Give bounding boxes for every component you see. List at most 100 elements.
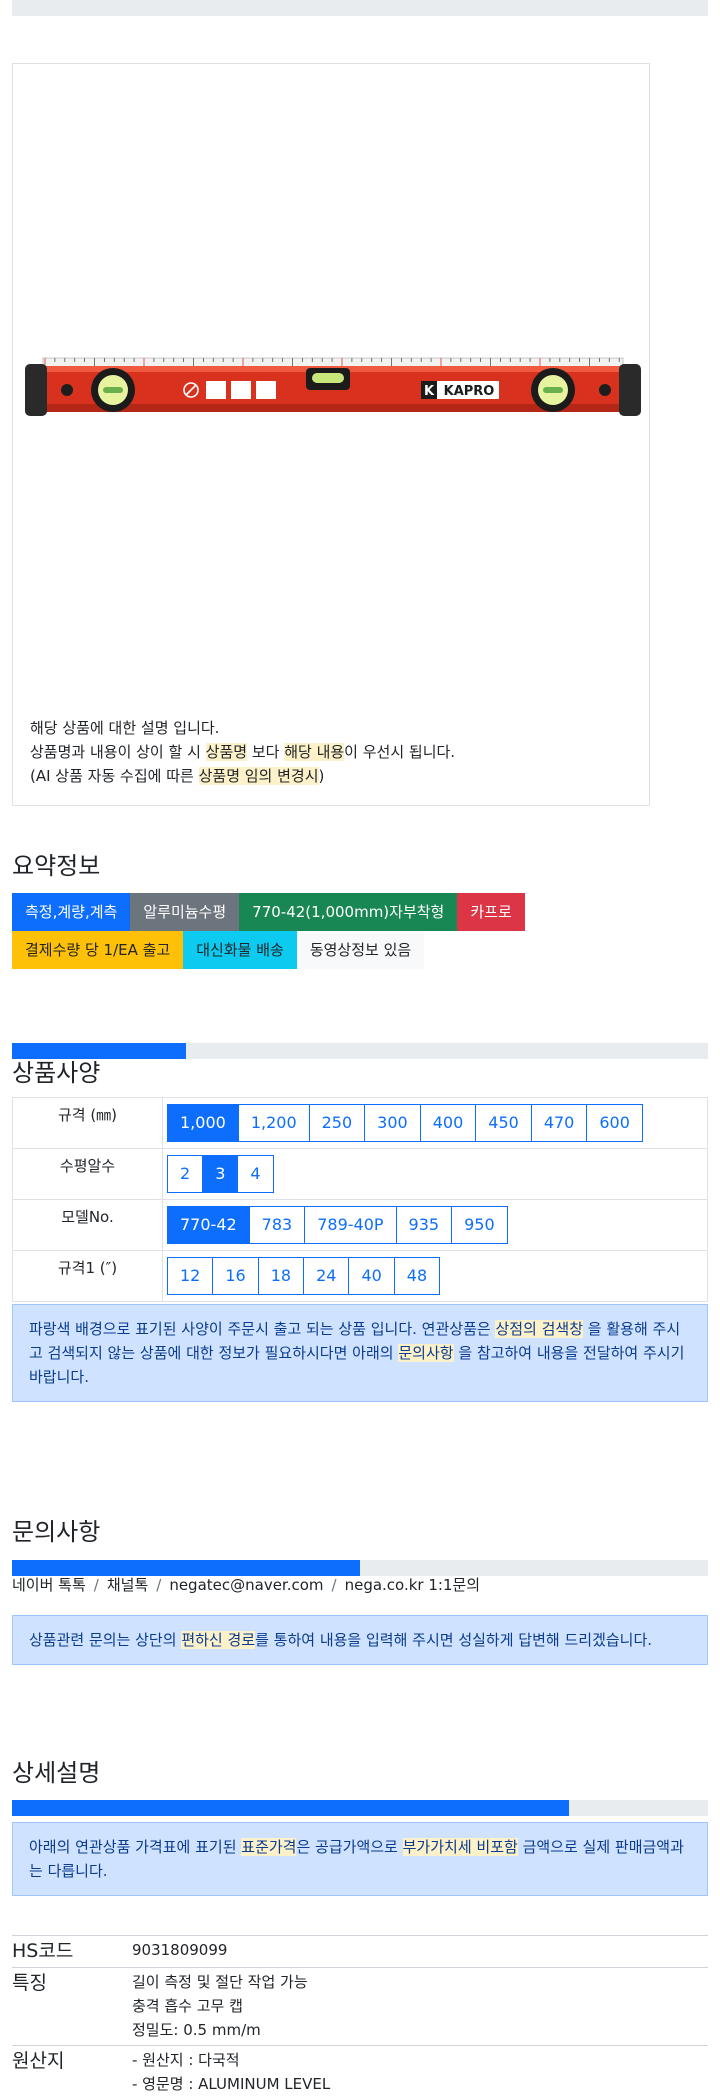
info-key: 원산지 <box>12 2046 132 2099</box>
notice-text: 를 통하여 내용을 입력해 주시면 성실하게 답변해 드리겠습니다. <box>255 1631 652 1649</box>
info-key: 특징 <box>12 1968 132 2046</box>
spec-notice: 파랑색 배경으로 표기된 사양이 주문시 출고 되는 상품 입니다. 연관상품은… <box>12 1304 708 1402</box>
inquiry-notice: 상품관련 문의는 상단의 편하신 경로를 통하여 내용을 입력해 주시면 성실하… <box>12 1615 708 1665</box>
spec-option-button[interactable]: 783 <box>249 1206 306 1244</box>
info-line: 충격 흡수 고무 캡 <box>132 1994 708 2018</box>
summary-badge: 770-42(1,000mm)자부착형 <box>239 893 457 931</box>
notice-text: 상품명과 내용이 상이 할 시 <box>30 743 206 761</box>
spec-option-button[interactable]: 770-42 <box>167 1206 250 1244</box>
spec-option-button[interactable]: 2 <box>167 1155 203 1193</box>
info-line: - 영문명 : ALUMINUM LEVEL <box>132 2072 708 2096</box>
spec-option-button[interactable]: 300 <box>364 1104 421 1142</box>
summary-badges-row1: 측정,계량,계측알루미늄수평770-42(1,000mm)자부착형카프로 <box>12 893 525 931</box>
inquiry-title: 문의사항 <box>12 1517 100 1547</box>
spec-label: 수평알수 <box>13 1149 163 1200</box>
spec-options: 1,0001,200250300400450470600 <box>163 1098 708 1149</box>
top-progress-bar <box>12 0 708 16</box>
notice-text: (AI 상품 자동 수집에 따른 <box>30 767 199 785</box>
notice-text: ) <box>319 767 325 785</box>
detail-title: 상세설명 <box>12 1758 100 1788</box>
description-line: (AI 상품 자동 수집에 따른 상품명 임의 변경시) <box>30 764 455 788</box>
contact-link[interactable]: 채널톡 <box>107 1576 148 1594</box>
spec-label: 규격 (㎜) <box>13 1098 163 1149</box>
spec-row: 수평알수234 <box>13 1149 708 1200</box>
info-line: 길이 측정 및 절단 작업 가능 <box>132 1970 708 1994</box>
spec-option-button[interactable]: 470 <box>531 1104 588 1142</box>
spec-label: 규격1 (″) <box>13 1251 163 1302</box>
contact-separator: / <box>156 1576 161 1594</box>
notice-text: 보다 <box>247 743 284 761</box>
spec-option-button[interactable]: 12 <box>167 1257 213 1295</box>
spec-option-button[interactable]: 3 <box>202 1155 238 1193</box>
notice-text: 은 공급가액으로 <box>296 1838 402 1856</box>
info-value: 길이 측정 및 절단 작업 가능충격 흡수 고무 캡정밀도: 0.5 mm/m <box>132 1968 708 2046</box>
spec-option-button[interactable]: 400 <box>420 1104 477 1142</box>
description-line: 해당 상품에 대한 설명 입니다. <box>30 716 455 740</box>
summary-badge: 대신화물 배송 <box>183 931 297 969</box>
notice-text: 파랑색 배경으로 표기된 사양이 주문시 출고 되는 상품 입니다. 연관상품은 <box>29 1320 495 1338</box>
spec-options: 121618244048 <box>163 1251 708 1302</box>
info-row: HS코드9031809099 <box>12 1936 708 1968</box>
spec-option-button[interactable]: 24 <box>303 1257 349 1295</box>
contact-separator: / <box>94 1576 99 1594</box>
spec-option-button[interactable]: 16 <box>212 1257 258 1295</box>
contact-link[interactable]: nega.co.kr 1:1문의 <box>345 1576 481 1594</box>
contact-link[interactable]: 네이버 톡톡 <box>12 1576 86 1594</box>
highlight-text: 표준가격 <box>241 1838 296 1856</box>
product-description: 해당 상품에 대한 설명 입니다. 상품명과 내용이 상이 할 시 상품명 보다 … <box>30 716 455 788</box>
spec-option-button[interactable]: 40 <box>348 1257 394 1295</box>
highlight-text: 편하신 경로 <box>181 1631 255 1649</box>
spec-title: 상품사양 <box>12 1058 100 1088</box>
option-group: 1,0001,200250300400450470600 <box>167 1104 643 1142</box>
option-group: 121618244048 <box>167 1257 440 1295</box>
spec-row: 규격 (㎜)1,0001,200250300400450470600 <box>13 1098 708 1149</box>
svg-text:K: K <box>424 384 435 399</box>
spec-option-button[interactable]: 935 <box>396 1206 453 1244</box>
info-key: HS코드 <box>12 1936 132 1968</box>
spec-option-button[interactable]: 950 <box>451 1206 508 1244</box>
notice-text: 아래의 연관상품 가격표에 표기된 <box>29 1838 241 1856</box>
notice-text: 해당 상품에 대한 설명 입니다. <box>30 719 219 737</box>
info-value: 9031809099 <box>132 1936 708 1968</box>
spec-option-button[interactable]: 18 <box>258 1257 304 1295</box>
info-line: 정밀도: 0.5 mm/m <box>132 2018 708 2042</box>
spec-row: 규격1 (″)121618244048 <box>13 1251 708 1302</box>
spec-option-button[interactable]: 250 <box>309 1104 366 1142</box>
summary-badge: 알루미늄수평 <box>130 893 239 931</box>
highlight-text: 해당 내용 <box>284 743 344 761</box>
info-table: HS코드9031809099특징길이 측정 및 절단 작업 가능충격 흡수 고무… <box>12 1935 708 2099</box>
notice-text: 이 우선시 됩니다. <box>344 743 455 761</box>
detail-notice: 아래의 연관상품 가격표에 표기된 표준가격은 공급가액으로 부가가치세 비포함… <box>12 1822 708 1896</box>
info-row: 특징길이 측정 및 절단 작업 가능충격 흡수 고무 캡정밀도: 0.5 mm/… <box>12 1968 708 2046</box>
detail-progress <box>12 1800 708 1816</box>
spec-option-button[interactable]: 48 <box>394 1257 440 1295</box>
highlight-text: 상품명 임의 변경시 <box>199 767 319 785</box>
contact-link[interactable]: negatec@naver.com <box>169 1576 323 1594</box>
spec-progress <box>12 1043 708 1059</box>
spec-option-button[interactable]: 600 <box>586 1104 643 1142</box>
spec-options: 770-42783789-40P935950 <box>163 1200 708 1251</box>
summary-badge: 카프로 <box>457 893 524 931</box>
summary-title: 요약정보 <box>12 851 100 881</box>
spec-option-button[interactable]: 1,200 <box>238 1104 310 1142</box>
contact-separator: / <box>332 1576 337 1594</box>
notice-text: 상품관련 문의는 상단의 <box>29 1631 181 1649</box>
spec-option-button[interactable]: 789-40P <box>304 1206 396 1244</box>
option-group: 770-42783789-40P935950 <box>167 1206 508 1244</box>
highlight-text: 부가가치세 비포함 <box>403 1838 518 1856</box>
spec-option-button[interactable]: 4 <box>237 1155 273 1193</box>
info-row: 원산지- 원산지 : 다국적- 영문명 : ALUMINUM LEVEL <box>12 2046 708 2099</box>
spec-option-button[interactable]: 450 <box>475 1104 532 1142</box>
summary-badge: 동영상정보 있음 <box>297 931 424 969</box>
description-line: 상품명과 내용이 상이 할 시 상품명 보다 해당 내용이 우선시 됩니다. <box>30 740 455 764</box>
info-value: - 원산지 : 다국적- 영문명 : ALUMINUM LEVEL <box>132 2046 708 2099</box>
contact-links: 네이버 톡톡 / 채널톡 / negatec@naver.com / nega.co.kr … <box>12 1574 480 1595</box>
spec-option-button[interactable]: 1,000 <box>167 1104 239 1142</box>
highlight-text: 문의사항 <box>398 1344 453 1362</box>
summary-badge: 측정,계량,계측 <box>12 893 130 931</box>
summary-badge: 결제수량 당 1/EA 출고 <box>12 931 183 969</box>
spec-label: 모델No. <box>13 1200 163 1251</box>
info-line: - 원산지 : 다국적 <box>132 2048 708 2072</box>
detail-progress-fill <box>12 1800 569 1816</box>
spec-table: 규격 (㎜)1,0001,200250300400450470600수평알수23… <box>12 1097 708 1302</box>
